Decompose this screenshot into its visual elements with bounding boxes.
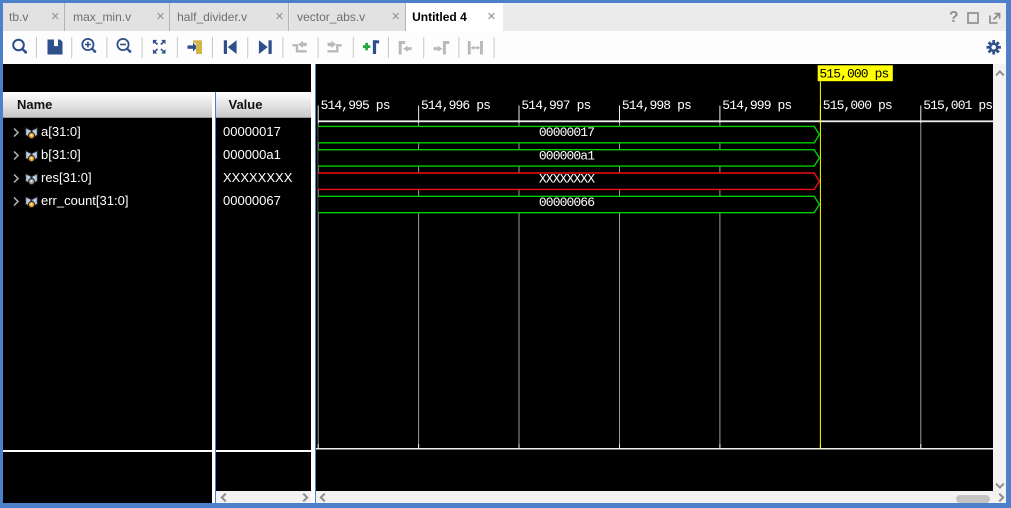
svg-text:515,000 ps: 515,000 ps [819, 66, 888, 81]
svg-text:XXXXXXXX: XXXXXXXX [538, 171, 594, 186]
svg-text:514,996 ps: 514,996 ps [421, 98, 490, 113]
svg-text:514,998 ps: 514,998 ps [621, 98, 690, 113]
svg-text:514,999 ps: 514,999 ps [722, 98, 791, 113]
svg-text:515,001 ps: 515,001 ps [923, 98, 992, 113]
svg-text:00000017: 00000017 [538, 125, 593, 140]
svg-text:00000066: 00000066 [538, 195, 593, 210]
svg-text:515,000 ps: 515,000 ps [822, 98, 891, 113]
svg-text:514,995 ps: 514,995 ps [320, 98, 389, 113]
svg-text:514,997 ps: 514,997 ps [521, 98, 590, 113]
svg-text:000000a1: 000000a1 [538, 148, 594, 163]
